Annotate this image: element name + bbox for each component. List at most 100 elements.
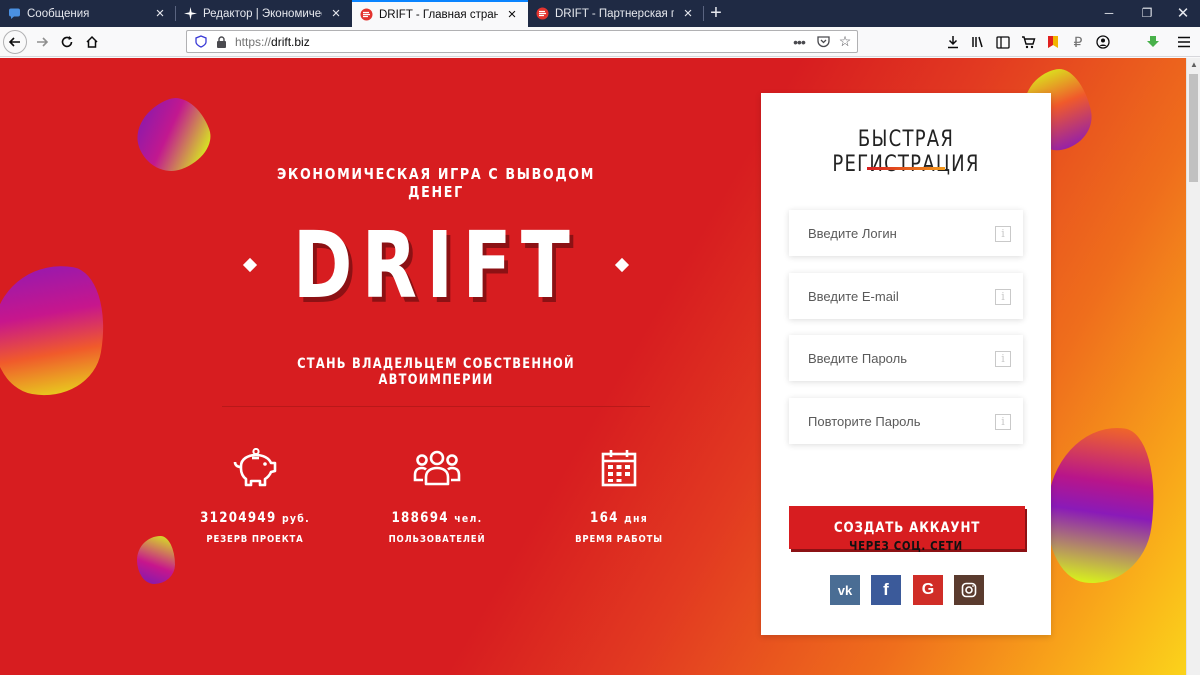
close-icon[interactable]: × (504, 6, 520, 23)
users-icon (413, 450, 461, 486)
download-extension-icon[interactable] (1143, 32, 1163, 52)
url-host: drift.biz (271, 34, 310, 49)
info-icon[interactable]: i (995, 289, 1011, 305)
page-scrollbar[interactable]: ▲ (1186, 58, 1200, 675)
ruble-icon[interactable]: ₽ (1068, 32, 1088, 52)
login-input[interactable] (808, 225, 998, 241)
home-button[interactable] (80, 30, 104, 54)
menu-icon[interactable] (1174, 32, 1194, 52)
drift-logo-icon (360, 8, 373, 21)
library-icon[interactable] (968, 32, 988, 52)
stat-label: ПОЛЬЗОВАТЕЛЕЙ (388, 534, 486, 545)
stat-unit: чел. (454, 512, 483, 525)
lock-icon[interactable] (213, 34, 229, 50)
stat-reserve: 31204949 руб. РЕЗЕРВ ПРОЕКТА (175, 448, 335, 545)
forward-button[interactable] (30, 30, 54, 54)
piggy-bank-icon (233, 448, 277, 487)
info-icon[interactable]: i (995, 351, 1011, 367)
tab-drift-home[interactable]: DRIFT - Главная страница × (352, 0, 528, 27)
decorative-blob (0, 255, 115, 405)
tab-title: DRIFT - Главная страница (379, 8, 498, 21)
tab-title: Редактор | Экономическая игр (203, 7, 322, 20)
stat-value: 188694 чел. (369, 510, 505, 526)
hero-title: DRIFT (292, 212, 580, 319)
bookmark-flag-icon[interactable] (1043, 32, 1063, 52)
decorative-blob (1037, 419, 1165, 591)
repeat-password-field-wrapper: i (789, 398, 1023, 444)
close-icon[interactable]: × (680, 5, 696, 22)
facebook-icon: f (883, 580, 889, 599)
sparkle-icon (184, 7, 197, 20)
reload-button[interactable] (55, 30, 79, 54)
google-button[interactable]: G (913, 575, 943, 605)
diamond-icon (614, 257, 630, 273)
create-account-label: СОЗДАТЬ АККАУНТ (833, 519, 981, 536)
more-actions-icon[interactable]: ••• (791, 34, 807, 50)
stat-users: 188694 чел. ПОЛЬЗОВАТЕЛЕЙ (357, 448, 517, 545)
registration-card: БЫСТРАЯ РЕГИСТРАЦИЯ i i i i СОЗДАТЬ АККА… (761, 93, 1051, 635)
stat-unit: руб. (281, 512, 310, 525)
instagram-icon (961, 582, 977, 598)
hero-tagline: СТАНЬ ВЛАДЕЛЬЦЕМ СОБСТВЕННОЙ АВТОИМПЕРИИ (297, 356, 575, 388)
instagram-button[interactable] (954, 575, 984, 605)
home-icon (86, 35, 98, 48)
url-protocol: https:// (235, 34, 272, 49)
close-icon[interactable]: × (328, 5, 344, 22)
info-icon[interactable]: i (995, 414, 1011, 430)
tab-title: DRIFT - Партнерская програм (555, 7, 674, 20)
repeat-password-input[interactable] (808, 413, 998, 429)
password-input[interactable] (808, 350, 998, 366)
close-icon[interactable]: × (152, 5, 168, 22)
url-bar[interactable]: https://drift.biz ••• ☆ (186, 30, 858, 53)
email-input[interactable] (808, 288, 998, 304)
stat-number: 31204949 (200, 510, 277, 526)
page-viewport: ЭКОНОМИЧЕСКАЯ ИГРА С ВЫВОДОМ ДЕНЕГ DRIFT… (0, 58, 1186, 675)
title-underline (867, 167, 945, 170)
tab-drift-partner[interactable]: DRIFT - Партнерская програм × (528, 0, 704, 27)
stat-number: 188694 (391, 510, 449, 526)
navigation-toolbar: https://drift.biz ••• ☆ ₽ (0, 27, 1200, 57)
google-icon: G (921, 581, 935, 598)
downloads-icon[interactable] (943, 32, 963, 52)
new-tab-button[interactable]: + (704, 0, 728, 27)
decorative-blob (137, 536, 175, 584)
tab-messages[interactable]: Сообщения × (0, 0, 176, 27)
vk-button[interactable]: vk (830, 575, 860, 605)
stat-number: 164 (590, 510, 619, 526)
account-icon[interactable] (1093, 32, 1113, 52)
scroll-thumb[interactable] (1189, 74, 1198, 182)
stat-label: ВРЕМЯ РАБОТЫ (575, 534, 663, 545)
pocket-icon[interactable] (815, 34, 831, 50)
cart-icon[interactable] (1018, 32, 1038, 52)
stat-value: 164 дня (551, 510, 687, 526)
diamond-icon (242, 257, 258, 273)
stat-label: РЕЗЕРВ ПРОЕКТА (206, 534, 304, 545)
stat-uptime: 164 дня ВРЕМЯ РАБОТЫ (539, 448, 699, 545)
tab-title: Сообщения (27, 7, 90, 20)
email-field-wrapper: i (789, 273, 1023, 319)
facebook-button[interactable]: f (871, 575, 901, 605)
password-field-wrapper: i (789, 335, 1023, 381)
shield-icon[interactable] (193, 34, 209, 50)
restore-button[interactable]: ❐ (1128, 0, 1166, 27)
minimize-button[interactable]: ─ (1090, 0, 1128, 27)
sidebar-icon[interactable] (993, 32, 1013, 52)
scroll-up-arrow-icon[interactable]: ▲ (1187, 58, 1200, 72)
back-button[interactable] (3, 30, 27, 54)
tab-editor[interactable]: Редактор | Экономическая игр × (176, 0, 352, 27)
stat-unit: дня (624, 512, 648, 525)
calendar-icon (601, 450, 637, 487)
social-login-label: ЧЕРЕЗ СОЦ. СЕТИ (849, 539, 963, 553)
chat-icon (8, 7, 21, 20)
info-icon[interactable]: i (995, 226, 1011, 242)
reload-icon (61, 36, 73, 48)
close-window-button[interactable]: ✕ (1164, 0, 1200, 27)
login-field-wrapper: i (789, 210, 1023, 256)
stat-value: 31204949 руб. (187, 510, 323, 526)
url-text: https://drift.biz (235, 35, 310, 49)
vk-icon: vk (837, 582, 853, 598)
decorative-blob (127, 89, 219, 181)
arrow-left-icon (8, 37, 20, 47)
bookmark-star-icon[interactable]: ☆ (837, 33, 853, 50)
hero-divider (222, 406, 650, 407)
